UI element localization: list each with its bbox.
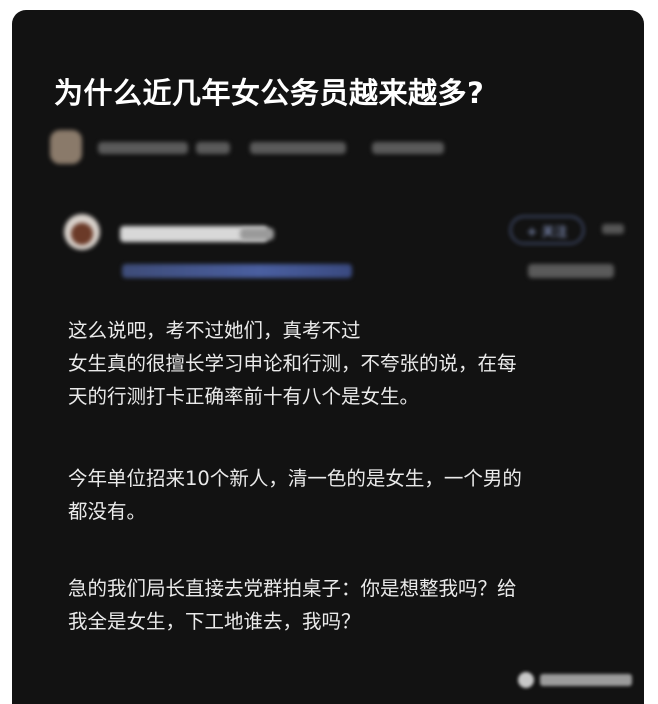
author-row: + 关注 xyxy=(50,206,640,290)
watermark xyxy=(518,668,636,692)
question-title[interactable]: 为什么近几年女公务员越来越多? xyxy=(54,70,484,112)
question-meta-blurred xyxy=(50,128,470,168)
answer-card: 为什么近几年女公务员越来越多? + 关注 这么说吧，考不过她们，真考不过 女生真… xyxy=(12,10,644,704)
follow-button[interactable]: + 关注 xyxy=(510,216,584,244)
answer-paragraph: 急的我们局长直接去党群拍桌子：你是想整我吗？给 我全是女生，下工地谁去，我吗？ xyxy=(68,577,517,633)
avatar[interactable] xyxy=(64,214,100,250)
more-icon[interactable] xyxy=(602,224,624,234)
watermark-logo-icon xyxy=(518,672,534,688)
author-bio-blurred xyxy=(122,264,352,278)
answer-paragraph: 这么说吧，考不过她们，真考不过 女生真的很擅长学习申论和行测，不夸张的说，在每 … xyxy=(68,319,517,408)
answer-paragraph: 今年单位招来10个新人，清一色的是女生，一个男的 都没有。 xyxy=(68,467,522,523)
answer-time-blurred xyxy=(528,264,614,278)
avatar xyxy=(50,130,82,164)
